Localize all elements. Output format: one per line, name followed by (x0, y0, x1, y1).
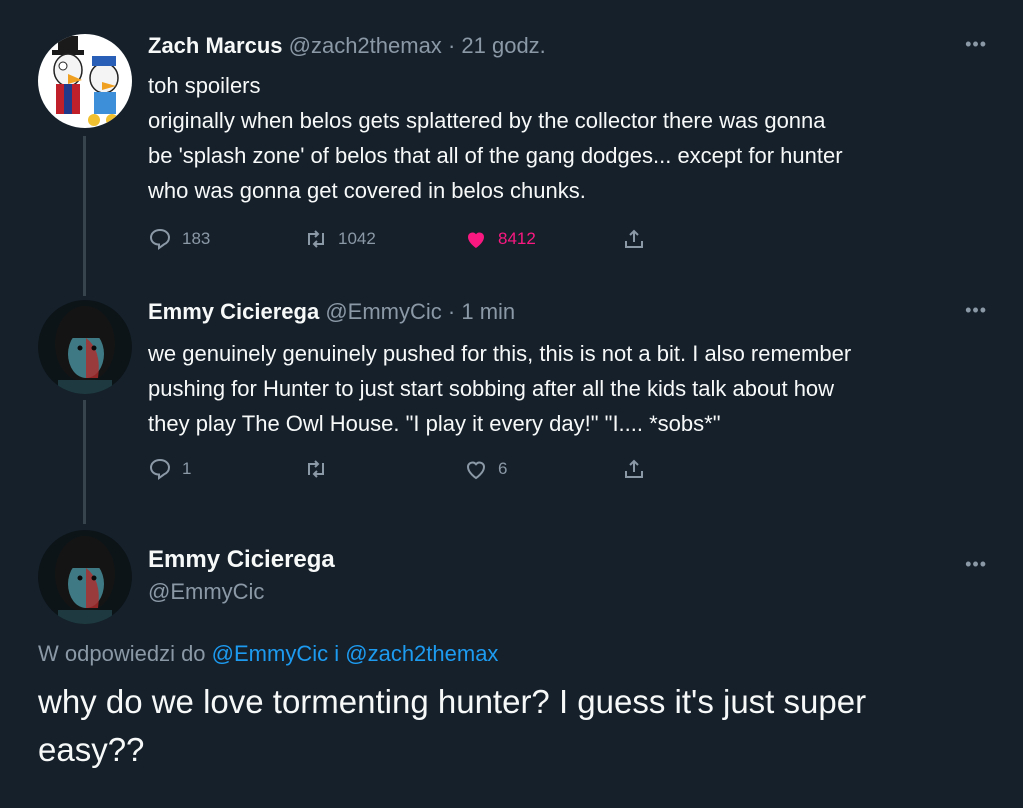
tweet-text: why do we love tormenting hunter? I gues… (38, 678, 978, 774)
mention-link[interactable]: @zach2themax (345, 641, 498, 666)
tweet-text-line: toh spoilers (148, 73, 261, 98)
share-button[interactable] (622, 454, 656, 484)
tweet-text-line: originally when belos gets splattered by… (148, 108, 826, 133)
more-horizontal-icon[interactable]: ••• (965, 34, 987, 55)
mention-link[interactable]: @EmmyCic (212, 641, 328, 666)
avatar-cartoon-image (38, 34, 132, 128)
reply-count: 1 (182, 459, 192, 478)
retweet-button[interactable] (304, 454, 338, 484)
retweet-button[interactable]: 1042 (304, 224, 376, 254)
separator-dot: · (447, 33, 456, 58)
more-horizontal-icon[interactable]: ••• (965, 300, 987, 321)
reply-count: 183 (182, 229, 211, 248)
reply-prefix: W odpowiedzi do (38, 641, 206, 666)
action-bar: 183 1042 8412 (148, 224, 668, 254)
avatar[interactable] (38, 34, 132, 128)
retweet-count: 1042 (338, 229, 376, 248)
user-handle[interactable]: @zach2themax (289, 33, 442, 58)
user-handle[interactable]: @EmmyCic (148, 579, 264, 605)
timestamp[interactable]: 1 min (461, 299, 515, 324)
avatar[interactable] (38, 300, 132, 394)
tweet-text-line: who was gonna get covered in belos chunk… (148, 178, 586, 203)
like-count: 6 (498, 459, 508, 478)
tweet-text-line: we genuinely genuinely pushed for this, … (148, 341, 852, 366)
action-bar: 1 6 (148, 454, 668, 484)
tweet-text-line: why do we love tormenting hunter? I gues… (38, 683, 867, 720)
tweet-emmy[interactable]: Emmy Cicierega @EmmyCic · 1 min ••• we g… (0, 290, 1023, 520)
display-name[interactable]: Emmy Cicierega (148, 546, 335, 574)
share-icon (625, 459, 643, 478)
avatar[interactable] (38, 530, 132, 624)
reply-icon (149, 458, 171, 480)
share-icon (625, 229, 643, 248)
main-tweet[interactable]: Emmy Cicierega @EmmyCic ••• W odpowiedzi… (0, 520, 1023, 808)
tweet-header: Zach Marcus @zach2themax · 21 godz. (148, 31, 546, 61)
tweet-text: toh spoilers originally when belos gets … (148, 68, 998, 208)
separator-dot: · (447, 299, 456, 324)
display-name[interactable]: Emmy Cicierega (148, 299, 319, 324)
heart-icon (468, 232, 484, 248)
user-handle[interactable]: @EmmyCic (325, 299, 441, 324)
heart-outline-icon (466, 461, 486, 480)
retweet-icon (308, 460, 324, 478)
tweet-zach[interactable]: Zach Marcus @zach2themax · 21 godz. ••• … (0, 0, 1023, 290)
reply-button[interactable]: 1 (148, 454, 191, 484)
tweet-text-line: they play The Owl House. "I play it ever… (148, 411, 721, 436)
reply-context: W odpowiedzi do @EmmyCic i @zach2themax (38, 641, 498, 667)
tweet-header: Emmy Cicierega @EmmyCic · 1 min (148, 297, 515, 327)
tweet-text-line: easy?? (38, 731, 145, 768)
like-button[interactable]: 8412 (464, 224, 536, 254)
display-name[interactable]: Zach Marcus (148, 33, 283, 58)
retweet-icon (308, 230, 324, 248)
timestamp[interactable]: 21 godz. (461, 33, 545, 58)
tweet-text-line: pushing for Hunter to just start sobbing… (148, 376, 835, 401)
more-horizontal-icon[interactable]: ••• (965, 554, 987, 575)
avatar-photo-image (38, 300, 132, 394)
reply-button[interactable]: 183 (148, 224, 210, 254)
tweet-text-line: be 'splash zone' of belos that all of th… (148, 143, 843, 168)
like-button[interactable]: 6 (464, 454, 507, 484)
reply-join: i (334, 641, 340, 666)
avatar-photo-image (38, 530, 132, 624)
tweet-text: we genuinely genuinely pushed for this, … (148, 336, 998, 441)
reply-icon (149, 228, 171, 250)
share-button[interactable] (622, 224, 656, 254)
like-count: 8412 (498, 229, 536, 248)
